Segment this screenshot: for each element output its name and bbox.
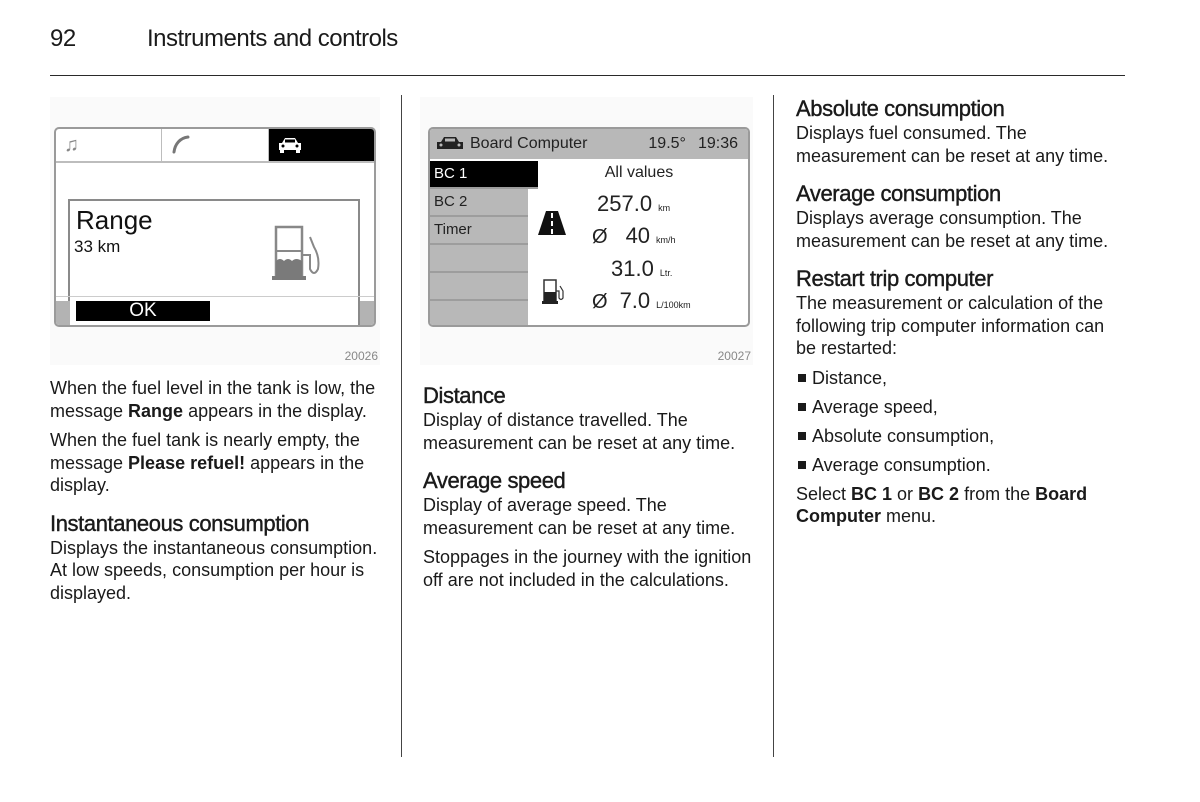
list-item-text: Distance, bbox=[812, 367, 888, 388]
phone-icon bbox=[172, 135, 190, 154]
figure-range-display: ♫ Range 33 km OK 20026 bbox=[50, 97, 380, 365]
bullet-icon bbox=[798, 402, 806, 411]
chapter-title: Instruments and controls bbox=[147, 25, 398, 52]
emphasis-please-refuel: Please refuel! bbox=[128, 452, 246, 473]
paragraph-select: Select BC 1 or BC 2 from the Board Compu… bbox=[796, 483, 1126, 528]
column-divider bbox=[773, 95, 774, 757]
range-title: Range bbox=[76, 205, 153, 235]
avg-speed-unit: km/h bbox=[656, 235, 676, 245]
paragraph-refuel: When the fuel tank is nearly empty, the … bbox=[50, 429, 390, 497]
menu-item-timer[interactable]: Timer bbox=[430, 217, 528, 245]
heading-instantaneous-consumption: Instantaneous consumption bbox=[50, 510, 310, 536]
restart-list: Distance, Average speed, Absolute consum… bbox=[796, 367, 1126, 477]
paragraph-absolute-consumption: Displays fuel consumed. The measurement … bbox=[796, 123, 1109, 166]
paragraph-distance: Display of distance travelled. The measu… bbox=[423, 410, 736, 453]
car-icon bbox=[437, 137, 463, 149]
fuel-pump-icon bbox=[542, 279, 564, 304]
board-computer-header: Board Computer 19.5° 19:36 bbox=[430, 129, 748, 159]
paragraph-average-speed: Display of average speed. The measuremen… bbox=[423, 495, 736, 538]
paragraph-restart: The measurement or calculation of the fo… bbox=[796, 293, 1105, 358]
ok-button[interactable]: OK bbox=[76, 301, 210, 321]
average-symbol: Ø bbox=[592, 291, 608, 313]
menu-item-empty bbox=[430, 273, 528, 301]
info-display: ♫ Range 33 km OK bbox=[54, 127, 376, 327]
heading-distance: Distance bbox=[423, 383, 506, 408]
bullet-icon bbox=[798, 460, 806, 469]
menu-item-bc2[interactable]: BC 2 bbox=[430, 189, 528, 217]
column-1: When the fuel level in the tank is low, … bbox=[50, 377, 390, 611]
header-rule bbox=[50, 75, 1125, 76]
avg-speed-readout: Ø 40 km/h bbox=[592, 223, 676, 249]
outside-temperature: 19.5° bbox=[648, 135, 686, 152]
bullet-icon bbox=[798, 431, 806, 440]
menu-item-bc1[interactable]: BC 1 bbox=[430, 161, 538, 189]
list-item-text: Average speed, bbox=[812, 396, 938, 417]
avg-speed-value: 40 bbox=[625, 223, 651, 248]
list-item: Absolute consumption, bbox=[796, 425, 1126, 448]
board-computer-menu: BC 1 BC 2 Timer bbox=[430, 161, 538, 325]
heading-absolute-consumption: Absolute consumption bbox=[796, 96, 1005, 121]
text: Select bbox=[796, 483, 852, 504]
heading-average-consumption: Average consumption bbox=[796, 181, 1002, 206]
fuel-used-unit: Ltr. bbox=[659, 268, 673, 278]
bullet-icon bbox=[798, 373, 806, 382]
paragraph-stoppages: Stoppages in the journey with the igniti… bbox=[423, 547, 752, 590]
list-item: Distance, bbox=[796, 367, 1126, 390]
range-value: 33 km bbox=[74, 237, 121, 256]
car-icon bbox=[278, 138, 301, 153]
tab-phone[interactable] bbox=[162, 129, 269, 161]
emphasis-bc2: BC 2 bbox=[918, 483, 960, 504]
tab-audio[interactable]: ♫ bbox=[56, 129, 163, 161]
column-2: Distance Display of distance travelled. … bbox=[423, 383, 753, 598]
ok-row: OK bbox=[56, 296, 374, 325]
display-tabs: ♫ bbox=[56, 129, 374, 163]
board-computer-display: Board Computer 19.5° 19:36 BC 1 BC 2 Tim… bbox=[428, 127, 750, 327]
avg-consumption-readout: Ø 7.0 L/100km bbox=[592, 288, 691, 314]
list-item-text: Average consumption. bbox=[812, 454, 991, 475]
menu-item-empty bbox=[430, 301, 528, 325]
distance-readout: 257.0 km bbox=[597, 191, 670, 217]
avg-consumption-unit: L/100km bbox=[656, 300, 691, 310]
heading-restart-trip-computer: Restart trip computer bbox=[796, 266, 994, 291]
figure-id: 20026 bbox=[344, 349, 378, 363]
fuel-pump-icon bbox=[272, 225, 320, 280]
distance-value: 257.0 bbox=[597, 191, 653, 216]
text: menu. bbox=[881, 506, 937, 526]
column-divider bbox=[401, 95, 402, 757]
heading-average-speed: Average speed bbox=[423, 468, 566, 493]
header-title: Board Computer bbox=[470, 135, 588, 152]
menu-item-empty bbox=[430, 245, 528, 273]
column-3: Absolute consumption Displays fuel consu… bbox=[796, 96, 1126, 535]
fuel-used-readout: 31.0 Ltr. bbox=[611, 256, 672, 282]
clock-time: 19:36 bbox=[697, 135, 738, 152]
figure-id: 20027 bbox=[717, 349, 751, 363]
music-note-icon: ♫ bbox=[64, 133, 79, 156]
distance-unit: km bbox=[658, 203, 671, 213]
emphasis-bc1: BC 1 bbox=[851, 483, 893, 504]
values-subtitle: All values bbox=[604, 164, 674, 181]
emphasis-range: Range bbox=[128, 400, 184, 421]
avg-consumption-value: 7.0 bbox=[619, 288, 651, 313]
list-item: Average consumption. bbox=[796, 454, 1126, 477]
paragraph-average-consumption: Displays average consumption. The measur… bbox=[796, 208, 1109, 251]
paragraph-range: When the fuel level in the tank is low, … bbox=[50, 377, 390, 422]
average-symbol: Ø bbox=[592, 226, 608, 248]
text: appears in the display. bbox=[183, 400, 367, 421]
scroll-edge-left bbox=[56, 301, 70, 325]
fuel-used-value: 31.0 bbox=[611, 256, 654, 281]
page-number: 92 bbox=[50, 25, 76, 52]
text: from the bbox=[959, 483, 1036, 504]
list-item-text: Absolute consumption, bbox=[812, 425, 995, 446]
board-computer-values: All values 257.0 km Ø 40 km/h 31.0 Ltr. Ø bbox=[530, 161, 748, 325]
scroll-edge-right bbox=[360, 301, 374, 325]
paragraph-instantaneous-consumption: Displays the instantaneous consumption. … bbox=[50, 537, 378, 603]
tab-vehicle[interactable] bbox=[268, 129, 374, 161]
road-icon bbox=[538, 211, 566, 235]
list-item: Average speed, bbox=[796, 396, 1126, 419]
figure-board-computer: Board Computer 19.5° 19:36 BC 1 BC 2 Tim… bbox=[420, 97, 753, 365]
text: or bbox=[892, 483, 919, 504]
